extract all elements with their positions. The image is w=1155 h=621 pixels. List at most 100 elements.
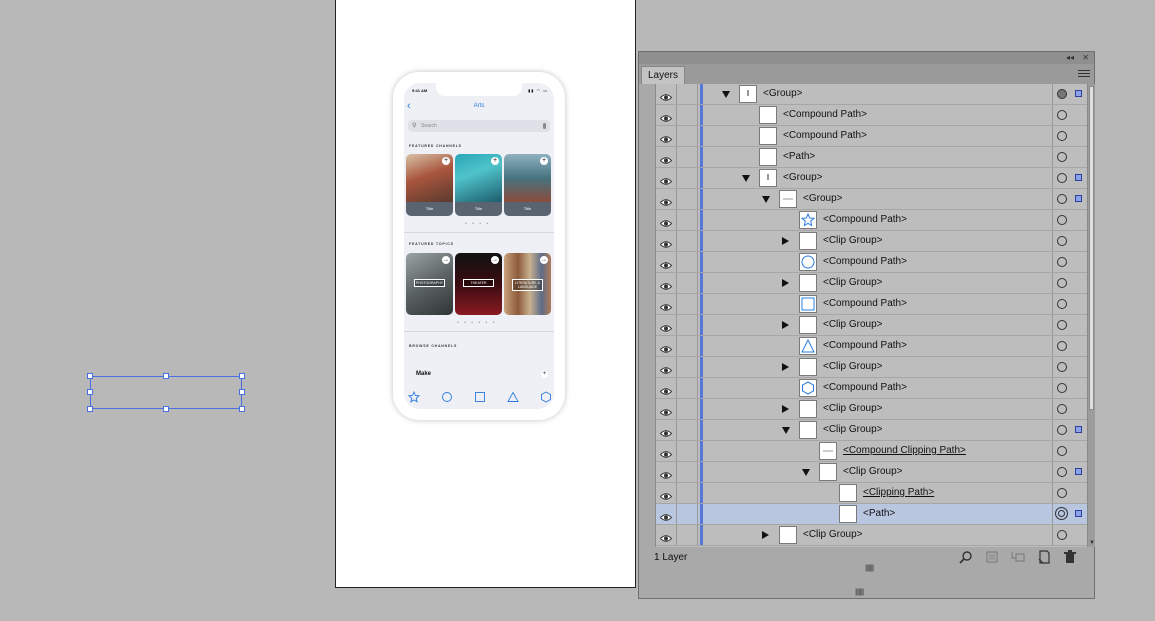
selection-indicator-icon[interactable] <box>1075 90 1082 97</box>
resize-handle-bottom-right[interactable] <box>239 406 245 412</box>
visibility-eye-icon[interactable] <box>659 257 673 269</box>
visibility-eye-icon[interactable] <box>659 320 673 332</box>
resize-handle-top[interactable] <box>163 373 169 379</box>
disclosure-collapsed-icon[interactable] <box>762 531 769 539</box>
visibility-eye-icon[interactable] <box>659 341 673 353</box>
layer-name[interactable]: <Group> <box>763 88 802 99</box>
visibility-eye-icon[interactable] <box>659 194 673 206</box>
target-circle-icon[interactable] <box>1057 278 1067 288</box>
target-circle-icon[interactable] <box>1057 89 1067 99</box>
layer-name[interactable]: <Clip Group> <box>823 424 882 435</box>
layer-row[interactable]: <Clip Group> <box>656 462 1087 483</box>
layer-name[interactable]: <Compound Path> <box>823 256 907 267</box>
layer-row[interactable]: <Group> <box>656 84 1087 105</box>
target-circle-icon[interactable] <box>1057 320 1067 330</box>
layer-name[interactable]: <Group> <box>803 193 842 204</box>
target-circle-icon[interactable] <box>1057 236 1067 246</box>
visibility-eye-icon[interactable] <box>659 404 673 416</box>
scroll-down-arrow-icon[interactable]: ▼ <box>1089 540 1095 546</box>
layer-name[interactable]: <Compound Path> <box>823 382 907 393</box>
layer-row[interactable]: <Clip Group> <box>656 399 1087 420</box>
layer-name[interactable]: <Clip Group> <box>823 277 882 288</box>
visibility-eye-icon[interactable] <box>659 509 673 521</box>
target-circle-icon[interactable] <box>1057 194 1067 204</box>
target-circle-icon[interactable] <box>1057 257 1067 267</box>
layer-row[interactable]: <Clip Group> <box>656 273 1087 294</box>
disclosure-expanded-icon[interactable] <box>782 427 790 434</box>
new-layer-icon[interactable] <box>1037 550 1051 564</box>
visibility-eye-icon[interactable] <box>659 446 673 458</box>
target-circle-icon[interactable] <box>1057 383 1067 393</box>
selection-indicator-icon[interactable] <box>1075 195 1082 202</box>
target-circle-icon[interactable] <box>1055 507 1068 520</box>
disclosure-collapsed-icon[interactable] <box>782 363 789 371</box>
layer-name[interactable]: <Path> <box>863 508 895 519</box>
layer-row[interactable]: <Compound Path> <box>656 336 1087 357</box>
layer-row[interactable]: <Clip Group> <box>656 231 1087 252</box>
resize-grip-icon[interactable]: |||||||||| <box>865 565 874 572</box>
layer-name[interactable]: <Compound Clipping Path> <box>843 445 966 456</box>
disclosure-expanded-icon[interactable] <box>742 175 750 182</box>
layer-row[interactable]: <Path> <box>656 504 1087 525</box>
scrollbar-thumb[interactable] <box>1089 86 1094 410</box>
layers-list[interactable]: <Group> <Compound Path> <Compound Path> <Pa… <box>655 84 1087 547</box>
layer-row[interactable]: <Compound Path> <box>656 294 1087 315</box>
resize-handle-bottom[interactable] <box>163 406 169 412</box>
target-circle-icon[interactable] <box>1057 341 1067 351</box>
target-circle-icon[interactable] <box>1057 362 1067 372</box>
layer-name[interactable]: <Clip Group> <box>823 235 882 246</box>
visibility-eye-icon[interactable] <box>659 110 673 122</box>
layer-name[interactable]: <Group> <box>783 172 822 183</box>
layer-name[interactable]: <Compound Path> <box>823 214 907 225</box>
resize-handle-right[interactable] <box>239 389 245 395</box>
visibility-eye-icon[interactable] <box>659 362 673 374</box>
selection-indicator-icon[interactable] <box>1075 468 1082 475</box>
selected-object-bounding-box[interactable] <box>87 373 245 412</box>
visibility-eye-icon[interactable] <box>659 236 673 248</box>
disclosure-expanded-icon[interactable] <box>762 196 770 203</box>
visibility-eye-icon[interactable] <box>659 383 673 395</box>
target-circle-icon[interactable] <box>1057 110 1067 120</box>
target-circle-icon[interactable] <box>1057 131 1067 141</box>
visibility-eye-icon[interactable] <box>659 530 673 542</box>
layer-name[interactable]: <Compound Path> <box>823 298 907 309</box>
layer-row[interactable]: <Compound Path> <box>656 126 1087 147</box>
visibility-eye-icon[interactable] <box>659 89 673 101</box>
layer-row[interactable]: <Clip Group> <box>656 315 1087 336</box>
layer-name[interactable]: <Path> <box>783 151 815 162</box>
layers-scrollbar[interactable]: ▼ <box>1087 84 1095 547</box>
target-circle-icon[interactable] <box>1057 488 1067 498</box>
layer-row[interactable]: <Group> <box>656 189 1087 210</box>
visibility-eye-icon[interactable] <box>659 467 673 479</box>
selection-indicator-icon[interactable] <box>1075 426 1082 433</box>
resize-handle-bottom-left[interactable] <box>87 406 93 412</box>
panel-bottom-grip-icon[interactable]: |||||||||| <box>855 589 864 596</box>
layer-row[interactable]: <Path> <box>656 147 1087 168</box>
layer-row[interactable]: <Clip Group> <box>656 420 1087 441</box>
layer-name[interactable]: <Compound Path> <box>823 340 907 351</box>
disclosure-collapsed-icon[interactable] <box>782 405 789 413</box>
target-circle-icon[interactable] <box>1057 446 1067 456</box>
create-sublayer-icon[interactable] <box>1011 550 1025 564</box>
target-circle-icon[interactable] <box>1057 299 1067 309</box>
target-circle-icon[interactable] <box>1057 215 1067 225</box>
layer-name[interactable]: <Clip Group> <box>823 361 882 372</box>
resize-handle-left[interactable] <box>87 389 93 395</box>
delete-icon[interactable] <box>1063 550 1077 564</box>
layer-row[interactable]: <Compound Path> <box>656 105 1087 126</box>
layer-name[interactable]: <Clip Group> <box>803 529 862 540</box>
layer-name[interactable]: <Clip Group> <box>823 319 882 330</box>
visibility-eye-icon[interactable] <box>659 278 673 290</box>
visibility-eye-icon[interactable] <box>659 488 673 500</box>
layer-row[interactable]: <Compound Path> <box>656 378 1087 399</box>
target-circle-icon[interactable] <box>1057 173 1067 183</box>
collapse-panel-icon[interactable]: ◂◂ <box>1066 52 1074 64</box>
visibility-eye-icon[interactable] <box>659 152 673 164</box>
disclosure-expanded-icon[interactable] <box>802 469 810 476</box>
layer-name[interactable]: <Clip Group> <box>823 403 882 414</box>
panel-title-bar[interactable]: ◂◂ ✕ <box>639 52 1094 64</box>
phone-mockup[interactable]: 9:41 AM ▮▮ ◠ ▭ ‹ Arts ⚲ Search FEATURED … <box>393 72 565 420</box>
tab-layers[interactable]: Layers <box>641 66 686 84</box>
layer-row[interactable]: <Clip Group> <box>656 357 1087 378</box>
selection-indicator-icon[interactable] <box>1075 174 1082 181</box>
